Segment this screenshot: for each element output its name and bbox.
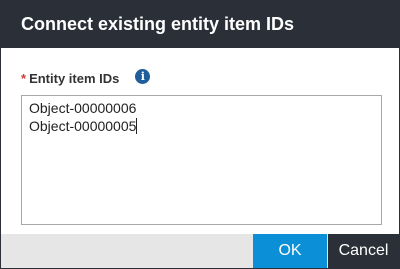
required-marker: * xyxy=(21,70,27,86)
field-label-row: * Entity item IDs i xyxy=(21,68,151,88)
cancel-button[interactable]: Cancel xyxy=(328,234,399,268)
entity-item-ids-label: Entity item IDs xyxy=(29,70,120,86)
entity-item-ids-textarea[interactable]: Object-00000006 Object-00000005 xyxy=(21,95,382,225)
text-caret xyxy=(136,118,138,134)
ok-button[interactable]: OK xyxy=(253,234,327,268)
textarea-line-2: Object-00000005 xyxy=(29,118,137,134)
connect-entity-dialog: Connect existing entity item IDs * Entit… xyxy=(0,0,400,269)
textarea-line-1: Object-00000006 xyxy=(29,100,137,116)
dialog-title: Connect existing entity item IDs xyxy=(1,1,399,48)
dialog-footer: OK Cancel xyxy=(1,234,399,268)
info-icon[interactable]: i xyxy=(135,68,151,84)
